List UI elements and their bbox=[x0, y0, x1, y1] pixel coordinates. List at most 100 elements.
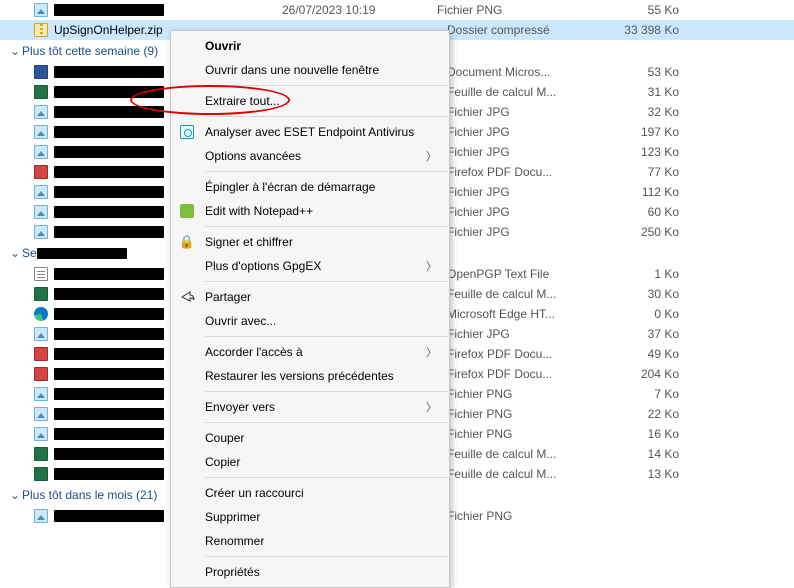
file-name-redacted bbox=[54, 106, 164, 118]
file-size: 7 Ko bbox=[597, 387, 687, 401]
menu-cut[interactable]: Couper bbox=[171, 426, 449, 450]
file-name-redacted bbox=[54, 146, 164, 158]
xls-icon bbox=[32, 446, 50, 462]
file-type: Fichier JPG bbox=[437, 327, 597, 341]
file-size: 123 Ko bbox=[597, 145, 687, 159]
chevron-down-icon: ⌄ bbox=[8, 44, 22, 58]
file-type: Fichier JPG bbox=[437, 145, 597, 159]
file-size: 31 Ko bbox=[597, 85, 687, 99]
menu-separator bbox=[205, 116, 448, 117]
file-type: Document Micros... bbox=[437, 65, 597, 79]
menu-open-new-window[interactable]: Ouvrir dans une nouvelle fenêtre bbox=[171, 58, 449, 82]
img-icon bbox=[32, 326, 50, 342]
file-size: 33 398 Ko bbox=[597, 23, 687, 37]
file-size: 55 Ko bbox=[597, 3, 687, 17]
menu-separator bbox=[205, 281, 448, 282]
file-size: 16 Ko bbox=[597, 427, 687, 441]
menu-gpgex-more[interactable]: Plus d'options GpgEX〉 bbox=[171, 254, 449, 278]
file-type: Fichier PNG bbox=[437, 427, 597, 441]
group-label: Se bbox=[22, 246, 127, 260]
eset-icon bbox=[179, 124, 195, 140]
file-type: Feuille de calcul M... bbox=[437, 447, 597, 461]
file-size: 53 Ko bbox=[597, 65, 687, 79]
menu-delete[interactable]: Supprimer bbox=[171, 505, 449, 529]
file-name-redacted bbox=[54, 510, 164, 522]
file-name-redacted bbox=[54, 308, 164, 320]
menu-separator bbox=[205, 226, 448, 227]
file-size: 204 Ko bbox=[597, 367, 687, 381]
image-icon bbox=[32, 2, 50, 18]
file-name-redacted bbox=[54, 66, 164, 78]
menu-sign-encrypt[interactable]: 🔒Signer et chiffrer bbox=[171, 230, 449, 254]
pdf-icon bbox=[32, 366, 50, 382]
file-type: Fichier JPG bbox=[437, 205, 597, 219]
group-label: Plus tôt dans le mois (21) bbox=[22, 488, 157, 502]
menu-restore-versions[interactable]: Restaurer les versions précédentes bbox=[171, 364, 449, 388]
file-type: Fichier PNG bbox=[437, 3, 597, 17]
menu-advanced-options[interactable]: Options avancées〉 bbox=[171, 144, 449, 168]
file-name: UpSignOnHelper.zip bbox=[54, 23, 163, 37]
share-icon bbox=[179, 289, 195, 305]
img-icon bbox=[32, 426, 50, 442]
txt-icon bbox=[32, 266, 50, 282]
file-date: 26/07/2023 10:19 bbox=[282, 3, 437, 17]
lock-icon: 🔒 bbox=[179, 234, 195, 250]
file-type: Firefox PDF Docu... bbox=[437, 367, 597, 381]
menu-open[interactable]: Ouvrir bbox=[171, 34, 449, 58]
file-name-redacted bbox=[54, 166, 164, 178]
file-row[interactable]: 26/07/2023 10:19 Fichier PNG 55 Ko bbox=[0, 0, 794, 20]
file-type: Fichier JPG bbox=[437, 225, 597, 239]
menu-separator bbox=[205, 336, 448, 337]
notepadpp-icon bbox=[179, 203, 195, 219]
file-size: 37 Ko bbox=[597, 327, 687, 341]
file-name-redacted bbox=[54, 328, 164, 340]
img-icon bbox=[32, 104, 50, 120]
menu-separator bbox=[205, 85, 448, 86]
file-type: Fichier PNG bbox=[437, 407, 597, 421]
file-type: Microsoft Edge HT... bbox=[437, 307, 597, 321]
file-size: 197 Ko bbox=[597, 125, 687, 139]
file-type: Fichier JPG bbox=[437, 105, 597, 119]
file-name-redacted bbox=[54, 408, 164, 420]
file-name-redacted bbox=[54, 4, 164, 16]
menu-grant-access[interactable]: Accorder l'accès à〉 bbox=[171, 340, 449, 364]
pdf-icon bbox=[32, 164, 50, 180]
word-icon bbox=[32, 64, 50, 80]
menu-properties[interactable]: Propriétés bbox=[171, 560, 449, 584]
menu-send-to[interactable]: Envoyer vers〉 bbox=[171, 395, 449, 419]
file-size: 112 Ko bbox=[597, 185, 687, 199]
img-icon bbox=[32, 386, 50, 402]
chevron-down-icon: ⌄ bbox=[8, 246, 22, 260]
chevron-right-icon: 〉 bbox=[426, 258, 437, 274]
file-type: OpenPGP Text File bbox=[437, 267, 597, 281]
menu-copy[interactable]: Copier bbox=[171, 450, 449, 474]
file-size: 13 Ko bbox=[597, 467, 687, 481]
file-name-redacted bbox=[54, 388, 164, 400]
menu-extract-all[interactable]: Extraire tout... bbox=[171, 89, 449, 113]
menu-create-shortcut[interactable]: Créer un raccourci bbox=[171, 481, 449, 505]
chevron-right-icon: 〉 bbox=[426, 148, 437, 164]
file-name-redacted bbox=[54, 268, 164, 280]
file-name-redacted bbox=[54, 468, 164, 480]
context-menu: Ouvrir Ouvrir dans une nouvelle fenêtre … bbox=[170, 30, 450, 588]
file-name-redacted bbox=[54, 368, 164, 380]
file-name-redacted bbox=[54, 186, 164, 198]
menu-pin-start[interactable]: Épingler à l'écran de démarrage bbox=[171, 175, 449, 199]
file-type: Fichier JPG bbox=[437, 185, 597, 199]
img-icon bbox=[32, 224, 50, 240]
file-name-redacted bbox=[54, 448, 164, 460]
menu-edit-notepadpp[interactable]: Edit with Notepad++ bbox=[171, 199, 449, 223]
xls-icon bbox=[32, 286, 50, 302]
menu-separator bbox=[205, 171, 448, 172]
pdf-icon bbox=[32, 346, 50, 362]
menu-share[interactable]: Partager bbox=[171, 285, 449, 309]
file-name-redacted bbox=[54, 86, 164, 98]
file-type: Feuille de calcul M... bbox=[437, 85, 597, 99]
menu-open-with[interactable]: Ouvrir avec... bbox=[171, 309, 449, 333]
menu-separator bbox=[205, 422, 448, 423]
menu-eset-scan[interactable]: Analyser avec ESET Endpoint Antivirus bbox=[171, 120, 449, 144]
file-name-redacted bbox=[54, 428, 164, 440]
edge-icon bbox=[32, 306, 50, 322]
menu-rename[interactable]: Renommer bbox=[171, 529, 449, 553]
zip-icon bbox=[32, 22, 50, 38]
